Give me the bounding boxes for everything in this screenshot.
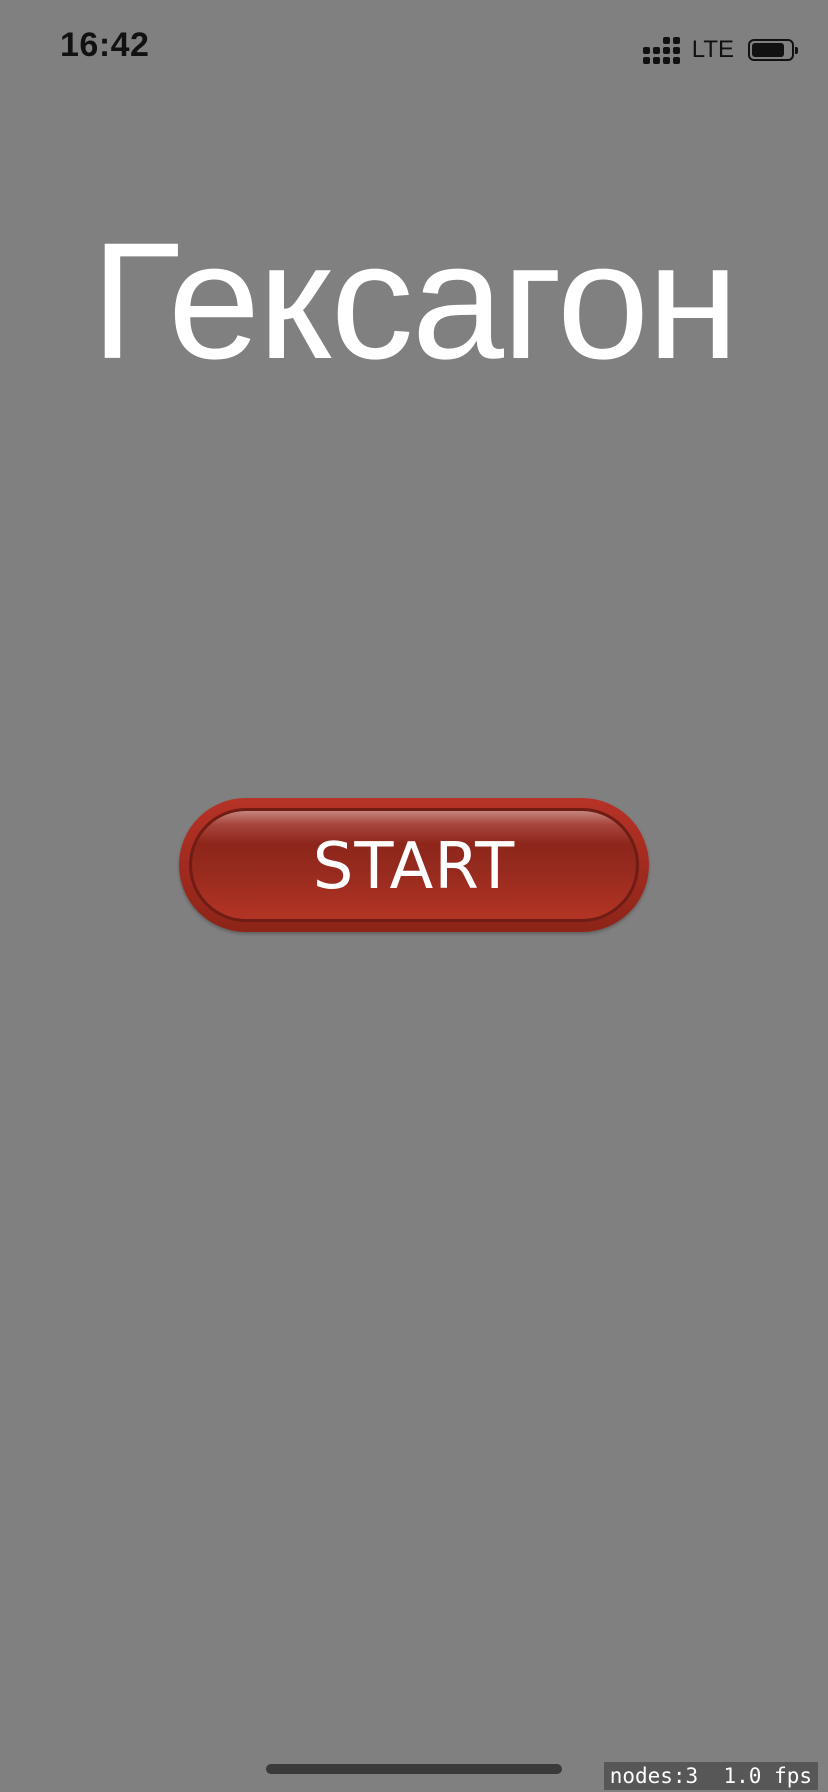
status-icons: LTE bbox=[642, 36, 798, 64]
start-button[interactable]: START bbox=[179, 798, 649, 932]
battery-icon bbox=[748, 39, 798, 61]
status-time: 16:42 bbox=[60, 26, 150, 64]
game-title: Гексагон bbox=[91, 209, 739, 394]
battery-cap bbox=[795, 47, 798, 54]
home-indicator[interactable] bbox=[266, 1764, 562, 1774]
battery-level-fill bbox=[752, 43, 784, 57]
network-type-label: LTE bbox=[691, 36, 734, 63]
signal-icon bbox=[642, 36, 680, 64]
debug-stats-overlay: nodes:3 1.0 fps bbox=[603, 1762, 818, 1790]
start-button-label: START bbox=[312, 830, 516, 904]
game-menu-screen: 16:42 LTE Гексагон START nodes:3 1.0 fps bbox=[0, 0, 828, 1792]
